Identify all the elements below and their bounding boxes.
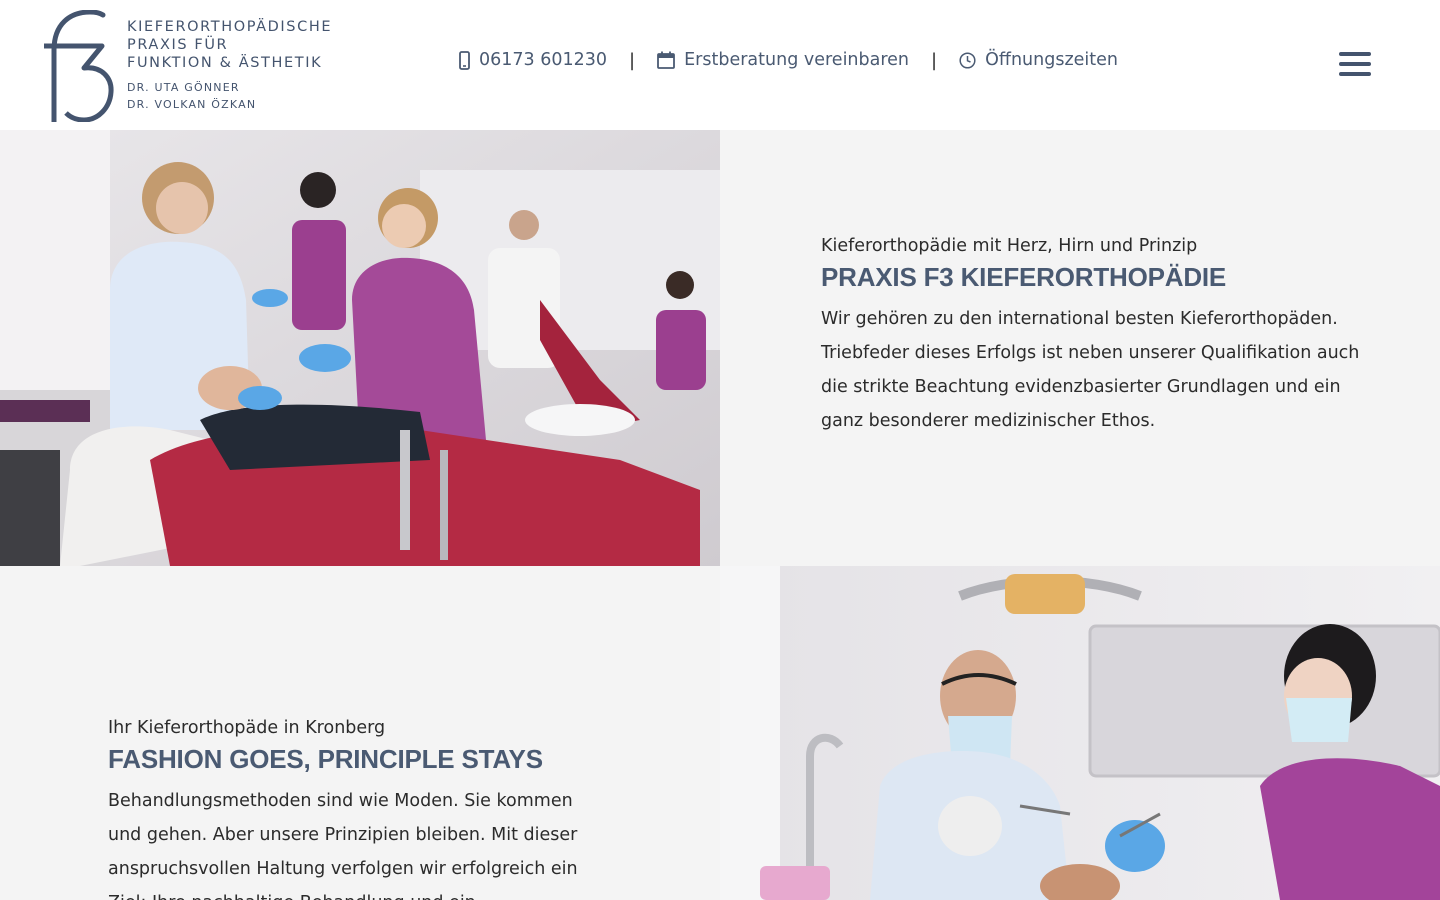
treatment-photo <box>720 566 1440 900</box>
opening-hours-label: Öffnungszeiten <box>985 50 1118 70</box>
hamburger-menu-icon[interactable] <box>1339 50 1371 78</box>
nav-separator: | <box>931 49 938 71</box>
phone-number: 06173 601230 <box>479 50 608 70</box>
intro-body: Wir gehören zu den international besten … <box>821 309 1360 431</box>
practice-team-photo <box>0 130 720 566</box>
principles-section: Ihr Kieferorthopäde in Kronberg FASHION … <box>0 566 720 900</box>
appointment-label: Erstberatung vereinbaren <box>684 50 910 70</box>
practice-logo[interactable]: KIEFERORTHOPÄDISCHE PRAXIS FÜR FUNKTION … <box>44 10 344 122</box>
f3-logo-mark <box>44 10 114 122</box>
intro-kicker: Kieferorthopädie mit Herz, Hirn und Prin… <box>821 236 1198 256</box>
logo-line-3: FUNKTION & ÄSTHETIK <box>127 55 323 71</box>
opening-hours-link[interactable]: Öffnungszeiten <box>959 50 1118 70</box>
logo-line-2: PRAXIS FÜR <box>127 37 229 53</box>
intro-title: PRAXIS F3 KIEFERORTHOPÄDIE <box>821 262 1227 292</box>
nav-separator: | <box>629 49 636 71</box>
logo-doctor-1: DR. UTA GÖNNER <box>127 81 240 94</box>
appointment-link[interactable]: Erstberatung vereinbaren <box>657 50 909 70</box>
phone-icon <box>459 50 470 70</box>
logo-wordmark: KIEFERORTHOPÄDISCHE PRAXIS FÜR FUNKTION … <box>127 18 332 113</box>
phone-link[interactable]: 06173 601230 <box>459 50 607 70</box>
logo-doctor-2: DR. VOLKAN ÖZKAN <box>127 97 257 111</box>
site-header: KIEFERORTHOPÄDISCHE PRAXIS FÜR FUNKTION … <box>0 0 1440 130</box>
clock-icon <box>959 51 976 69</box>
intro-section: Kieferorthopädie mit Herz, Hirn und Prin… <box>720 130 1440 566</box>
principles-title: FASHION GOES, PRINCIPLE STAYS <box>108 744 543 774</box>
principles-body: Behandlungsmethoden sind wie Moden. Sie … <box>108 791 578 900</box>
calendar-icon <box>657 51 676 69</box>
principles-kicker: Ihr Kieferorthopäde in Kronberg <box>108 718 386 738</box>
top-contact-nav: 06173 601230 | Erstberatung vereinbaren … <box>459 46 1118 74</box>
logo-line-1: KIEFERORTHOPÄDISCHE <box>127 19 333 35</box>
